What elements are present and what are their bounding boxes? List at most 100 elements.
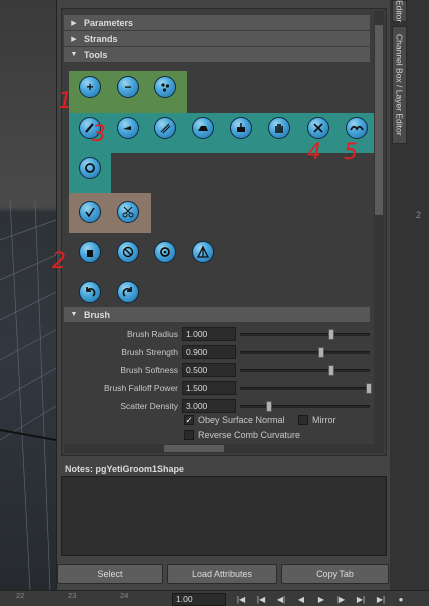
brush-softness-slider[interactable]: [240, 365, 370, 376]
timeline-tick: 22: [16, 591, 25, 600]
brush-falloff-field[interactable]: 1.500: [182, 380, 236, 395]
obey-surface-normal-checkbox[interactable]: ✓: [184, 415, 194, 425]
brush-radius-slider[interactable]: [240, 329, 370, 340]
dots-icon: [161, 83, 170, 92]
redo-button[interactable]: [117, 281, 139, 303]
obey-surface-normal-label: Obey Surface Normal: [198, 415, 285, 425]
expand-triangle-icon: ▶: [71, 19, 77, 27]
smooth-tool-button[interactable]: [192, 117, 214, 139]
brush-softness-label: Brush Softness: [120, 364, 178, 375]
horizontal-scrollbar[interactable]: [64, 444, 380, 453]
section-strands[interactable]: ▶ Strands: [64, 31, 370, 46]
part-tool-button[interactable]: [192, 241, 214, 263]
scatter-density-field[interactable]: 3.000: [182, 398, 236, 413]
slider-thumb[interactable]: [366, 383, 372, 394]
reverse-comb-checkbox[interactable]: [184, 430, 194, 440]
section-parameters-label: Parameters: [84, 17, 134, 28]
select-tool-button[interactable]: [79, 201, 101, 223]
brush-falloff-label: Brush Falloff Power: [103, 382, 178, 393]
bucket-tool-button[interactable]: [79, 241, 101, 263]
cut-tool-button[interactable]: [117, 201, 139, 223]
side-tab-strip: Editor Channel Box / Layer Editor 2: [390, 0, 429, 590]
rotate-icon: [85, 163, 95, 173]
section-tools[interactable]: ▼ Tools: [64, 47, 370, 62]
brush-falloff-row: Brush Falloff Power 1.500: [62, 379, 378, 396]
lift-tool-button[interactable]: [230, 117, 252, 139]
annotation-4: 4: [307, 140, 321, 165]
scatter-density-label: Scatter Density: [120, 400, 178, 411]
brush-softness-field[interactable]: 0.500: [182, 362, 236, 377]
copy-tab-button[interactable]: Copy Tab: [281, 564, 389, 584]
brush-radius-field[interactable]: 1.000: [182, 326, 236, 341]
annotation-1: 1: [58, 89, 72, 114]
step-forward-key-icon[interactable]: ▶|: [354, 594, 368, 605]
current-frame-field[interactable]: 1.00: [172, 593, 226, 606]
add-tool-button[interactable]: +: [79, 76, 101, 98]
play-backward-icon[interactable]: ◀: [294, 594, 308, 605]
plus-icon: +: [86, 80, 94, 94]
reverse-comb-option[interactable]: Reverse Comb Curvature: [184, 430, 300, 440]
3d-viewport[interactable]: [0, 0, 56, 590]
grab-tool-button[interactable]: [268, 117, 290, 139]
tab-attribute-editor[interactable]: Editor: [392, 0, 407, 22]
annotation-2: 2: [52, 249, 66, 274]
annotation-3: 3: [92, 122, 106, 147]
vertical-scrollbar[interactable]: [374, 11, 384, 453]
brush-softness-row: Brush Softness 0.500: [62, 361, 378, 378]
timeline-bar[interactable]: 22 23 24 1.00 |◀ |◀ ◀| ◀ ▶ |▶ ▶| ▶| ●: [0, 590, 429, 606]
scatter-density-slider[interactable]: [240, 401, 370, 412]
cycle-tool-button[interactable]: [154, 241, 176, 263]
wave-icon: [350, 125, 364, 131]
slider-thumb[interactable]: [328, 365, 334, 376]
notes-textarea[interactable]: [61, 476, 387, 556]
direction-tool-button[interactable]: [117, 117, 139, 139]
prohibit-icon: [122, 246, 134, 258]
reverse-comb-label: Reverse Comb Curvature: [198, 430, 301, 440]
lift-icon: [237, 123, 245, 132]
twist-tool-button[interactable]: [79, 157, 101, 179]
step-back-key-icon[interactable]: |◀: [254, 594, 268, 605]
go-to-end-icon[interactable]: ▶|: [374, 594, 388, 605]
go-to-start-icon[interactable]: |◀: [234, 594, 248, 605]
brush-strength-label: Brush Strength: [121, 346, 178, 357]
cut-length-tool-button[interactable]: [154, 117, 176, 139]
clump-tool-button[interactable]: [346, 117, 368, 139]
tab-channel-box[interactable]: Channel Box / Layer Editor: [392, 26, 407, 144]
loop-icon[interactable]: ●: [394, 594, 408, 605]
mirror-checkbox[interactable]: [298, 415, 308, 425]
scatter-tool-button[interactable]: [154, 76, 176, 98]
section-parameters[interactable]: ▶ Parameters: [64, 15, 370, 30]
minus-icon: −: [124, 80, 132, 94]
slider-thumb[interactable]: [266, 401, 272, 412]
step-forward-frame-icon[interactable]: |▶: [334, 594, 348, 605]
edge-label: 2: [416, 210, 422, 220]
scrollbar-thumb[interactable]: [375, 25, 383, 215]
brush-falloff-slider[interactable]: [240, 383, 372, 394]
scissors-icon: [122, 206, 134, 218]
step-back-frame-icon[interactable]: ◀|: [274, 594, 288, 605]
play-forward-icon[interactable]: ▶: [314, 594, 328, 605]
cross-arrows-icon: [313, 123, 323, 133]
scrollbar-thumb[interactable]: [164, 445, 224, 452]
load-attributes-button[interactable]: Load Attributes: [167, 564, 277, 584]
annotation-5: 5: [344, 140, 358, 165]
brush-strength-row: Brush Strength 0.900: [62, 343, 378, 360]
brush-strength-slider[interactable]: [240, 347, 370, 358]
slider-thumb[interactable]: [328, 329, 334, 340]
slider-thumb[interactable]: [318, 347, 324, 358]
hand-icon: [275, 124, 283, 133]
select-button[interactable]: Select: [57, 564, 163, 584]
section-brush[interactable]: ▼ Brush: [64, 307, 370, 322]
viewport-grid: [0, 200, 56, 590]
mirror-option[interactable]: Mirror: [298, 415, 336, 425]
brush-strength-field[interactable]: 0.900: [182, 344, 236, 359]
collapse-triangle-icon: ▼: [70, 51, 78, 58]
disable-tool-button[interactable]: [117, 241, 139, 263]
collapse-triangle-icon: ▼: [70, 311, 78, 318]
obey-surface-normal-option[interactable]: ✓ Obey Surface Normal: [184, 415, 285, 425]
timeline-tick: 24: [120, 591, 129, 600]
remove-tool-button[interactable]: −: [117, 76, 139, 98]
attribute-scroll-area[interactable]: ▶ Parameters ▶ Strands ▼ Tools + − 1 2 3…: [52, 8, 387, 456]
scale-tool-button[interactable]: [307, 117, 329, 139]
undo-button[interactable]: [79, 281, 101, 303]
